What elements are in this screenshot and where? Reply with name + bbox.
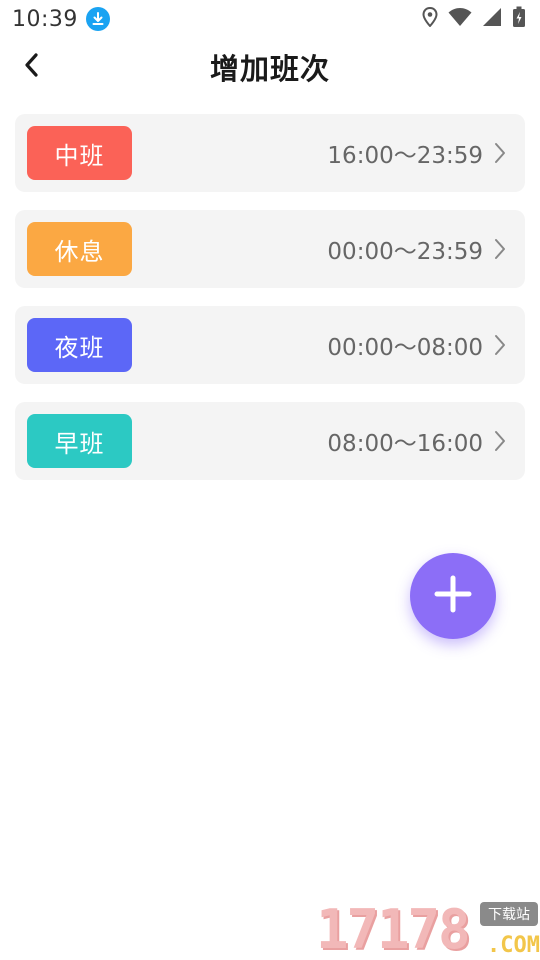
shift-info: 08:00～16:00 (327, 424, 507, 458)
watermark-logo: 17178 下载站 .COM (316, 900, 540, 960)
shift-time: 08:00～16:00 (327, 431, 483, 457)
shift-badge: 夜班 (27, 318, 132, 372)
status-bar: 10:39 (0, 0, 540, 38)
download-icon (85, 7, 110, 31)
watermark-suffix: .COM (487, 933, 540, 958)
signal-icon (482, 7, 502, 31)
shift-item-night[interactable]: 夜班 00:00～08:00 (15, 306, 525, 384)
wifi-icon (448, 7, 472, 31)
shift-time: 00:00～23:59 (327, 239, 483, 265)
shift-badge: 早班 (27, 414, 132, 468)
status-time: 10:39 (12, 6, 78, 32)
chevron-left-icon (22, 52, 40, 82)
shift-list: 中班 16:00～23:59 休息 00:00～23:59 夜班 00:00～0… (15, 114, 525, 498)
shift-info: 00:00～23:59 (327, 232, 507, 266)
shift-info: 00:00～08:00 (327, 328, 507, 362)
watermark-tag: 下载站 (480, 902, 538, 926)
status-left: 10:39 (12, 7, 110, 32)
location-icon (422, 6, 438, 31)
add-shift-button[interactable] (410, 553, 496, 639)
shift-badge: 休息 (27, 222, 132, 276)
watermark-number: 17178 (316, 898, 471, 960)
screen: 10:39 增加班次 中班 16:00～23:59 休息 00:00～23:59… (0, 0, 540, 960)
chevron-right-icon (493, 333, 507, 357)
header: 增加班次 (0, 38, 540, 96)
shift-item-rest[interactable]: 休息 00:00～23:59 (15, 210, 525, 288)
back-button[interactable] (14, 50, 48, 84)
shift-time: 16:00～23:59 (327, 143, 483, 169)
shift-info: 16:00～23:59 (327, 136, 507, 170)
shift-item-middle[interactable]: 中班 16:00～23:59 (15, 114, 525, 192)
page-title: 增加班次 (209, 52, 330, 86)
plus-icon (433, 574, 473, 618)
status-right (422, 6, 526, 32)
battery-icon (512, 6, 526, 32)
shift-time: 00:00～08:00 (327, 335, 483, 361)
shift-item-morning[interactable]: 早班 08:00～16:00 (15, 402, 525, 480)
shift-badge: 中班 (27, 126, 132, 180)
chevron-right-icon (493, 429, 507, 453)
chevron-right-icon (493, 141, 507, 165)
chevron-right-icon (493, 237, 507, 261)
